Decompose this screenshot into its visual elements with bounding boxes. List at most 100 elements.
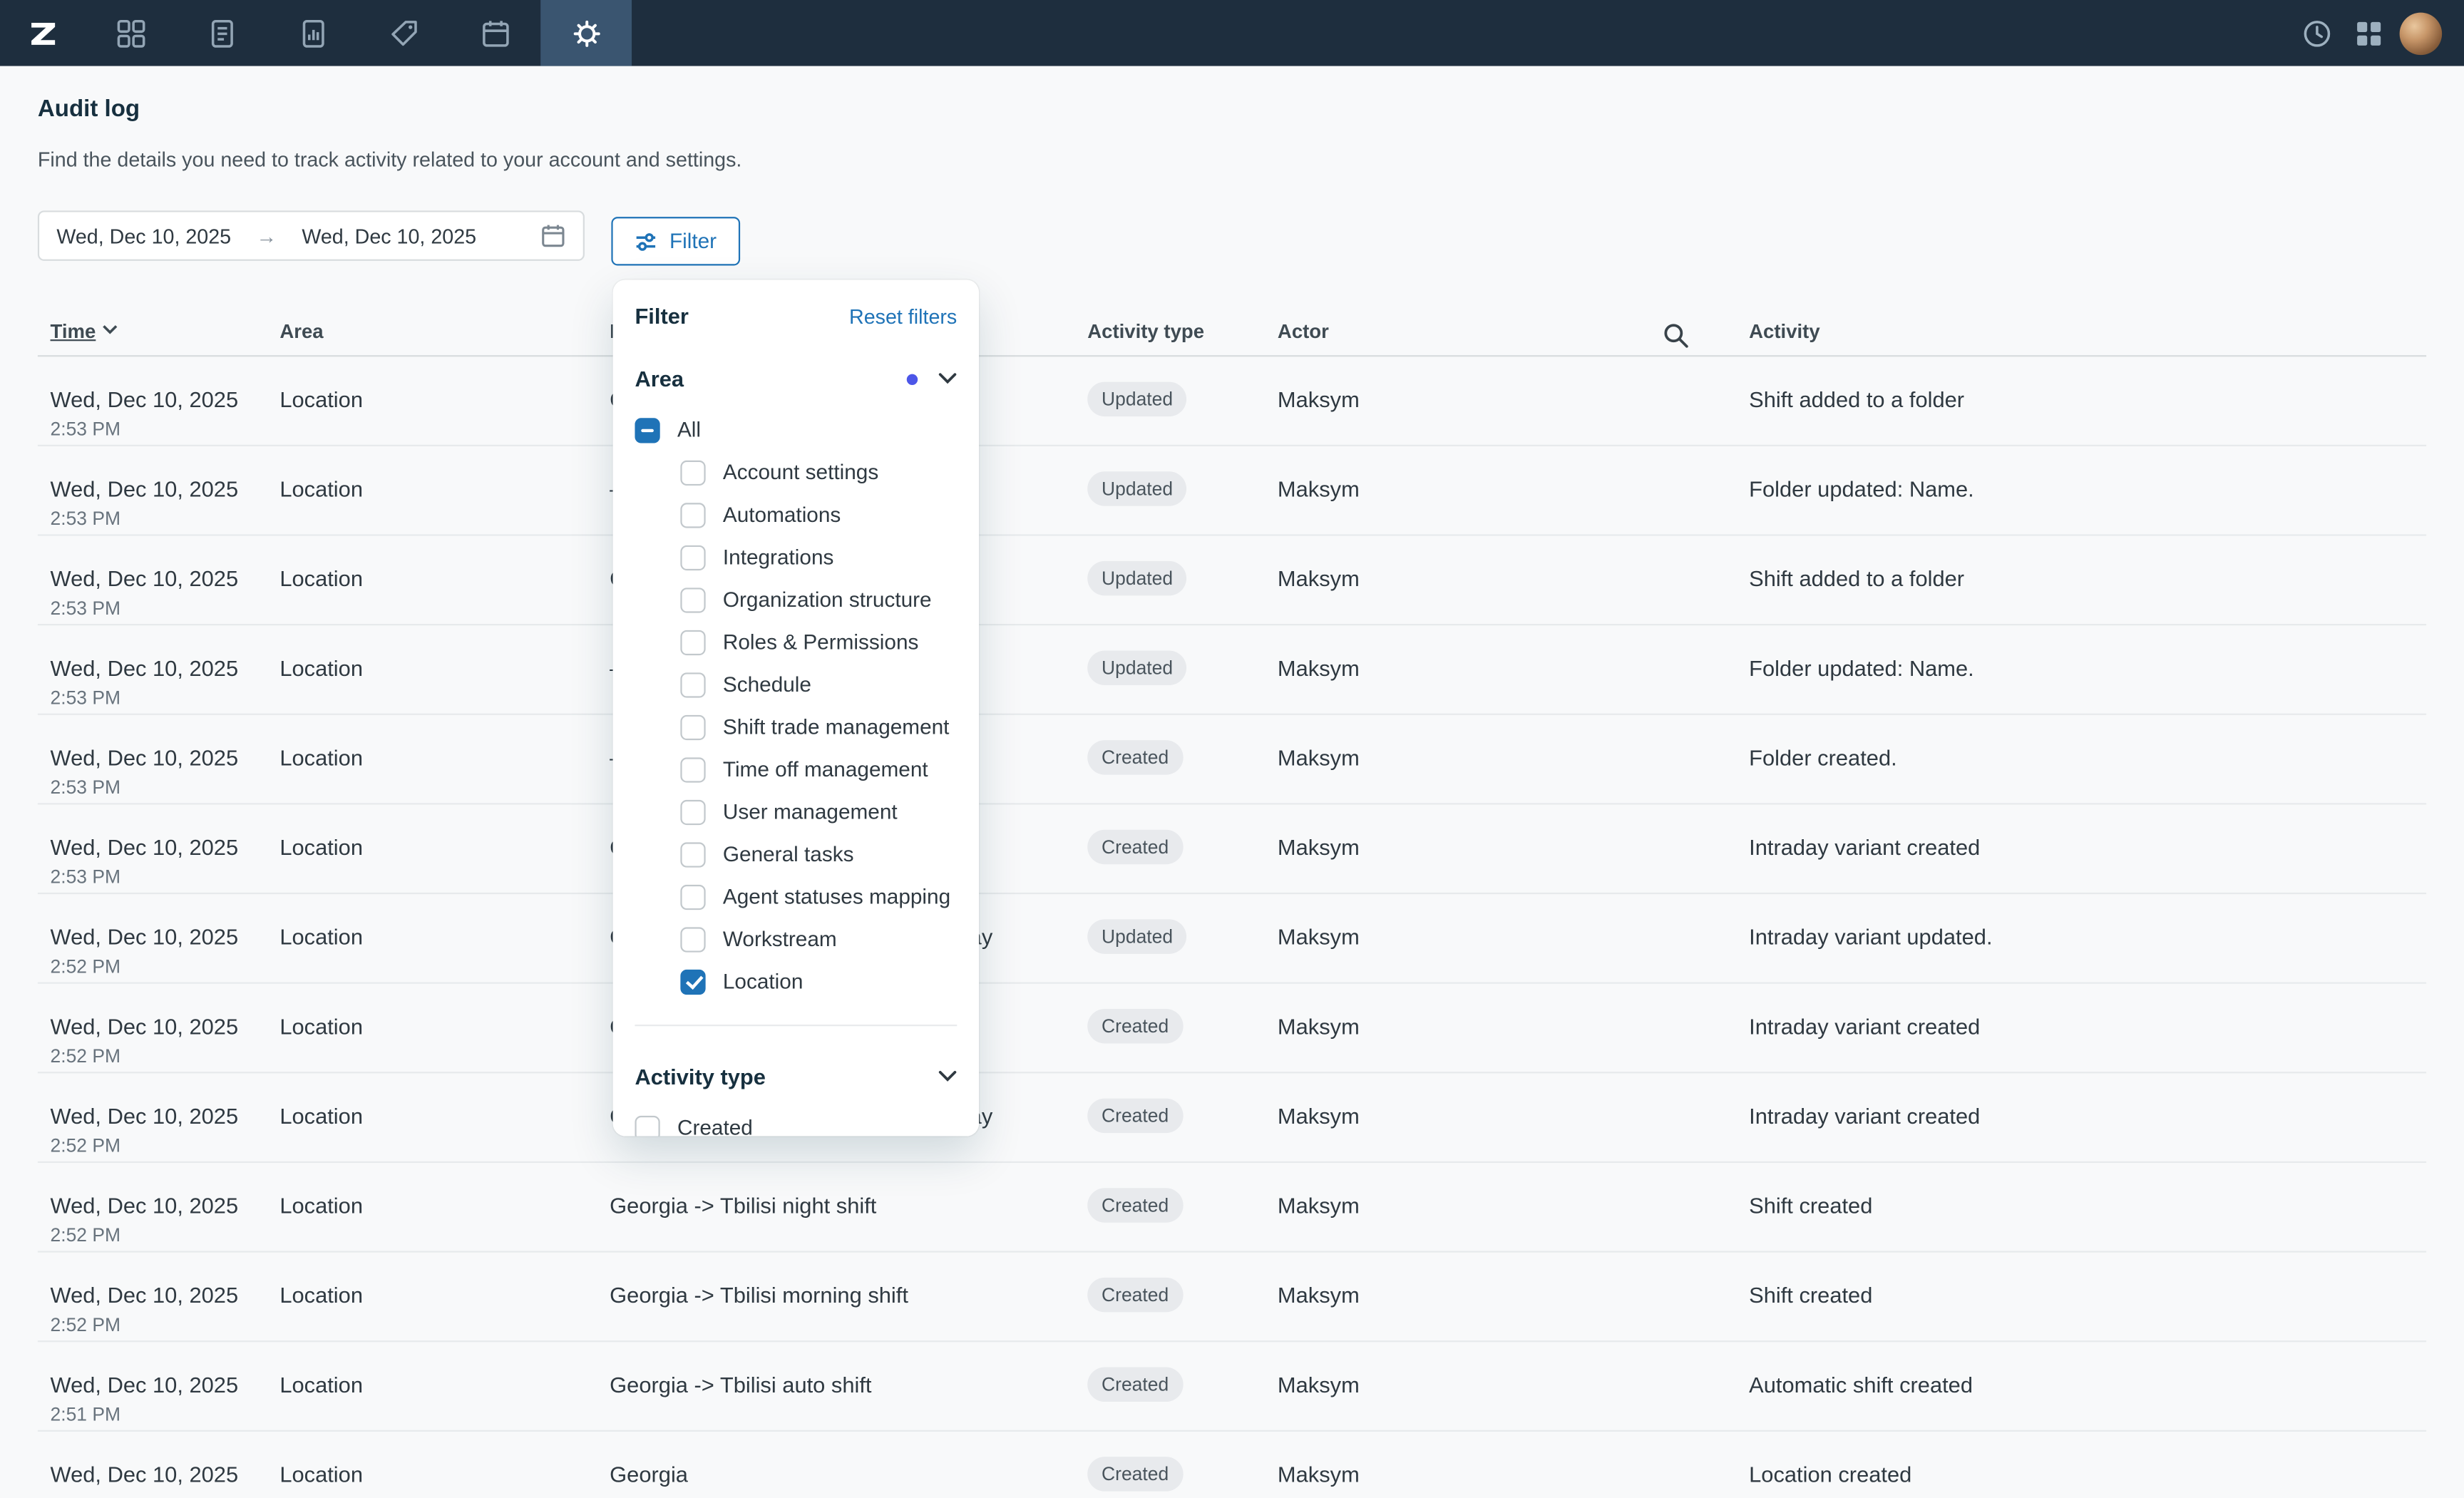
filter-option-label: Workstream	[723, 927, 837, 950]
activity-type-badge: Created	[1087, 1368, 1183, 1402]
row-time: 2:52 PM	[51, 1133, 267, 1158]
checkbox[interactable]	[680, 714, 705, 739]
filter-option[interactable]: Created	[635, 1107, 957, 1137]
filter-option[interactable]: Account settings	[635, 451, 957, 494]
checkbox[interactable]	[680, 756, 705, 781]
filter-option-label: Account settings	[723, 461, 878, 484]
row-date: Wed, Dec 10, 2025	[51, 744, 267, 774]
col-activity-type[interactable]: Activity type	[1075, 321, 1266, 355]
filter-option-label: Created	[677, 1116, 753, 1137]
active-filter-dot	[907, 373, 918, 384]
calendar-icon[interactable]	[540, 223, 565, 248]
filter-option[interactable]: Integrations	[635, 536, 957, 579]
cell-activity-type: Created	[1075, 804, 1266, 892]
date-end[interactable]: Wed, Dec 10, 2025	[302, 224, 476, 247]
page-title: Audit log	[38, 94, 2464, 125]
reset-filters-link[interactable]: Reset filters	[849, 304, 957, 327]
table-row[interactable]: Wed, Dec 10, 2025 2:53 PM Location — Upd…	[38, 625, 2426, 715]
activity-options: Created	[635, 1107, 957, 1137]
filter-option[interactable]: Roles & Permissions	[635, 621, 957, 664]
col-area[interactable]: Area	[267, 321, 597, 355]
table-row[interactable]: Wed, Dec 10, 2025 2:52 PM Location Georg…	[38, 894, 2426, 984]
filter-sliders-icon	[635, 230, 657, 252]
filter-option[interactable]: Schedule	[635, 663, 957, 706]
filter-option[interactable]: Agent statuses mapping	[635, 876, 957, 918]
checkbox[interactable]	[680, 502, 705, 527]
table-row[interactable]: Wed, Dec 10, 2025 2:52 PM Location Georg…	[38, 984, 2426, 1074]
checkbox[interactable]	[635, 1115, 659, 1137]
row-time: 2:52 PM	[51, 1223, 267, 1248]
col-time[interactable]: Time	[38, 321, 267, 355]
table-row[interactable]: Wed, Dec 10, 2025 2:51 PM Location Georg…	[38, 1342, 2426, 1432]
activity-type-badge: Updated	[1087, 919, 1187, 953]
avatar[interactable]	[2400, 12, 2443, 55]
nav-reports-icon[interactable]	[267, 0, 359, 66]
filter-option[interactable]: Time off management	[635, 748, 957, 791]
chevron-down-icon	[938, 1070, 957, 1083]
area-section-header[interactable]: Area	[635, 366, 957, 391]
checkbox[interactable]	[680, 926, 705, 951]
primary-nav	[85, 0, 632, 66]
zendesk-logo[interactable]	[0, 0, 85, 66]
activity-type-badge: Updated	[1087, 471, 1187, 506]
checkbox[interactable]	[680, 630, 705, 655]
app: Audit log Find the details you need to t…	[0, 0, 2464, 1497]
cell-actor: Maksym	[1265, 1163, 1736, 1251]
cell-activity: Intraday variant updated.	[1737, 894, 2427, 982]
checkbox[interactable]	[680, 672, 705, 697]
table-row[interactable]: Wed, Dec 10, 2025 2:52 PM Location Georg…	[38, 1253, 2426, 1343]
cell-activity-type: Created	[1075, 1073, 1266, 1161]
cell-item: Georgia	[597, 1432, 1075, 1498]
nav-dashboard-icon[interactable]	[85, 0, 176, 66]
table-row[interactable]: Wed, Dec 10, 2025 2:52 PM Location Georg…	[38, 1163, 2426, 1253]
row-time: 2:53 PM	[51, 685, 267, 710]
checkbox[interactable]	[680, 587, 705, 612]
cell-time: Wed, Dec 10, 2025 2:51 PM	[38, 1342, 267, 1430]
checkbox[interactable]	[680, 545, 705, 570]
checkbox[interactable]	[680, 460, 705, 485]
col-activity[interactable]: Activity	[1737, 321, 2427, 355]
table-row[interactable]: Wed, Dec 10, 2025 2:52 PM Location Georg…	[38, 1073, 2426, 1163]
filter-option-label: Integrations	[723, 545, 833, 569]
topbar	[0, 0, 2464, 66]
table-row[interactable]: Wed, Dec 10, 2025 Location Georgia Creat…	[38, 1432, 2426, 1498]
checkbox[interactable]	[680, 799, 705, 824]
date-range-picker[interactable]: Wed, Dec 10, 2025 → Wed, Dec 10, 2025	[38, 210, 585, 261]
table-row[interactable]: Wed, Dec 10, 2025 2:53 PM Location Georg…	[38, 356, 2426, 446]
cell-activity: Intraday variant created	[1737, 984, 2427, 1072]
table-row[interactable]: Wed, Dec 10, 2025 2:53 PM Location Georg…	[38, 804, 2426, 894]
filter-option[interactable]: Organization structure	[635, 578, 957, 621]
clock-icon[interactable]	[2296, 13, 2336, 53]
nav-tickets-icon[interactable]	[359, 0, 450, 66]
cell-activity: Shift created	[1737, 1253, 2427, 1340]
activity-type-section-header[interactable]: Activity type	[635, 1064, 957, 1089]
checkbox[interactable]	[635, 417, 659, 442]
cell-activity: Folder updated: Name.	[1737, 625, 2427, 713]
nav-settings-icon[interactable]	[540, 0, 632, 66]
date-start[interactable]: Wed, Dec 10, 2025	[56, 224, 231, 247]
filter-option[interactable]: Location	[635, 960, 957, 1003]
nav-documents-icon[interactable]	[176, 0, 267, 66]
table-header: Time Area Item Activity type Actor Activ…	[38, 321, 2426, 357]
nav-calendar-icon[interactable]	[449, 0, 540, 66]
filter-button-label: Filter	[669, 230, 717, 253]
checkbox[interactable]	[680, 969, 705, 994]
filter-button[interactable]: Filter	[611, 217, 740, 265]
row-date: Wed, Dec 10, 2025	[51, 923, 267, 953]
table-row[interactable]: Wed, Dec 10, 2025 2:53 PM Location Georg…	[38, 536, 2426, 626]
filter-option[interactable]: Workstream	[635, 918, 957, 960]
filter-option[interactable]: User management	[635, 791, 957, 833]
app-grid-icon[interactable]	[2348, 13, 2388, 53]
checkbox[interactable]	[680, 884, 705, 909]
table-row[interactable]: Wed, Dec 10, 2025 2:53 PM Location — Cre…	[38, 715, 2426, 805]
filter-option[interactable]: General tasks	[635, 833, 957, 876]
table-row[interactable]: Wed, Dec 10, 2025 2:53 PM Location — Upd…	[38, 446, 2426, 536]
filter-option[interactable]: Automations	[635, 493, 957, 536]
activity-type-badge: Created	[1087, 1457, 1183, 1491]
search-icon[interactable]	[1663, 322, 1689, 349]
filter-option[interactable]: Shift trade management	[635, 706, 957, 749]
cell-actor: Maksym	[1265, 984, 1736, 1072]
cell-area: Location	[267, 356, 597, 444]
checkbox[interactable]	[680, 841, 705, 866]
filter-option[interactable]: All	[635, 409, 957, 451]
